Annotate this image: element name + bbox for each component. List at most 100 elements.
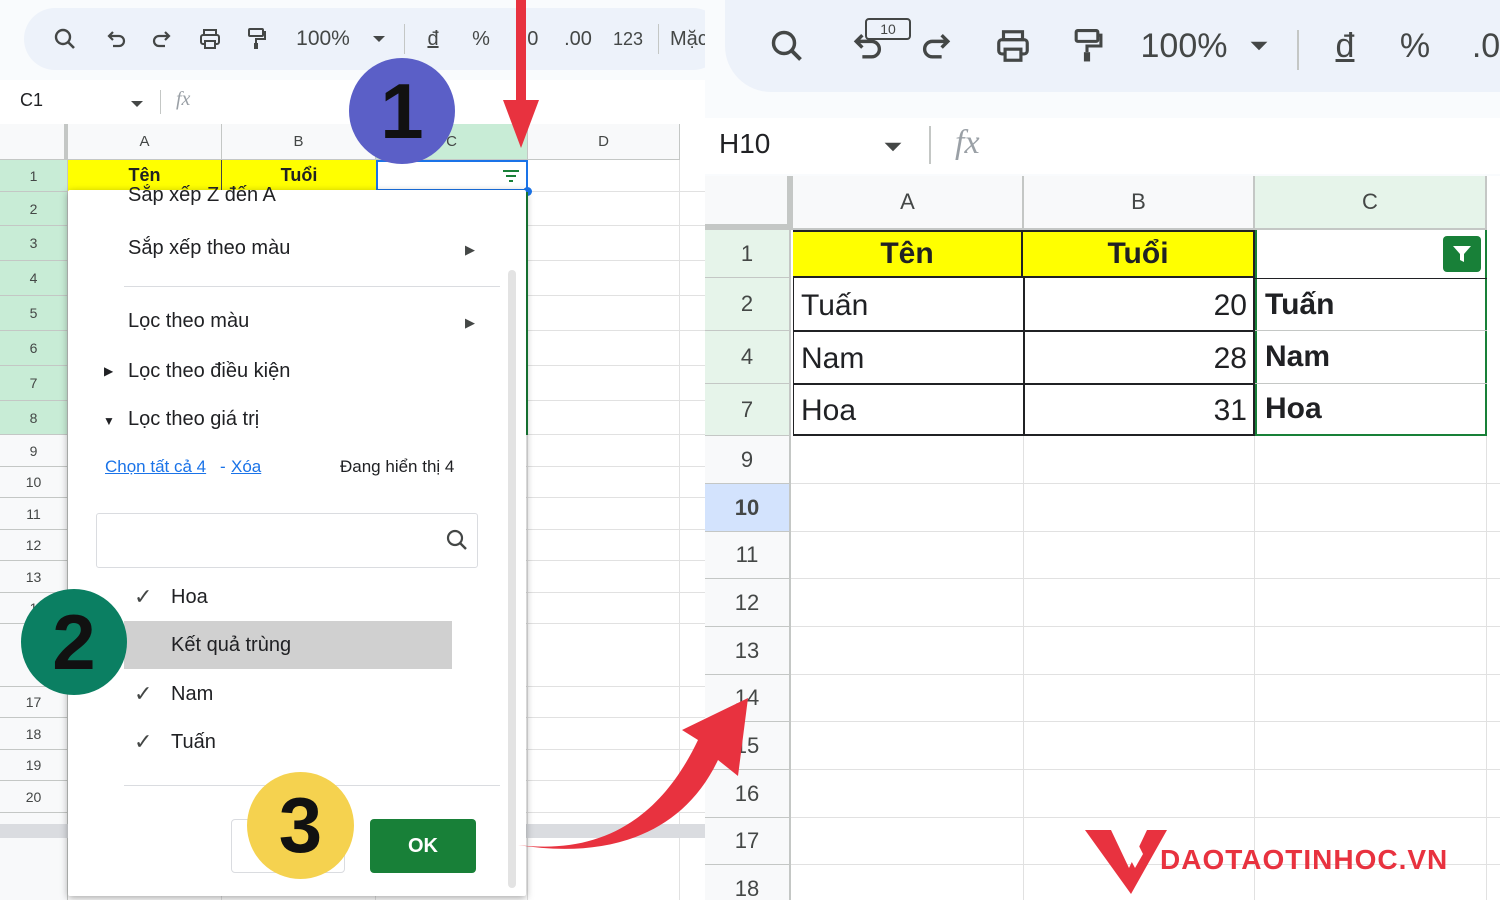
cell-c2[interactable]: Tuấn: [1265, 280, 1485, 330]
column-header-a[interactable]: A: [793, 176, 1024, 230]
row-header[interactable]: 5: [0, 296, 68, 331]
menu-item-sort-by-color[interactable]: Sắp xếp theo màu: [128, 237, 290, 260]
search-icon[interactable]: [755, 10, 819, 82]
filter-icon[interactable]: [502, 169, 520, 188]
row-header[interactable]: 4: [705, 331, 791, 384]
value-item-nam[interactable]: Nam: [171, 683, 213, 706]
cell-b2[interactable]: 20: [1025, 280, 1247, 331]
search-icon[interactable]: [445, 528, 469, 557]
ok-button[interactable]: OK: [370, 819, 476, 873]
toolbar-divider: [658, 24, 659, 54]
row-header[interactable]: 9: [705, 436, 791, 484]
cell-c4[interactable]: Nam: [1265, 332, 1485, 382]
zoom-value[interactable]: 100%: [288, 8, 358, 70]
row-header[interactable]: 18: [705, 865, 791, 900]
row-header[interactable]: 6: [0, 331, 68, 366]
row-header[interactable]: 7: [0, 366, 68, 401]
check-icon[interactable]: ✓: [134, 729, 152, 755]
print-icon[interactable]: [981, 10, 1045, 82]
name-box[interactable]: C1: [20, 90, 43, 111]
value-item-ket-qua-trung[interactable]: Kết quả trùng: [171, 634, 291, 657]
row-header[interactable]: 9: [0, 435, 68, 467]
clear-link[interactable]: Xóa: [231, 457, 261, 477]
row-header[interactable]: 12: [0, 530, 68, 561]
currency-button[interactable]: đ: [1325, 10, 1365, 82]
row-header[interactable]: 2: [705, 278, 791, 331]
print-icon[interactable]: [188, 8, 232, 70]
zoom-value[interactable]: 100%: [1129, 10, 1239, 82]
filter-active-icon[interactable]: [1443, 236, 1481, 272]
row-header[interactable]: 11: [0, 498, 68, 530]
row-header[interactable]: 19: [0, 750, 68, 781]
select-all-corner[interactable]: [705, 176, 793, 230]
column-header-a[interactable]: A: [68, 124, 222, 160]
chevron-down-icon[interactable]: [883, 140, 903, 159]
paint-format-icon[interactable]: [234, 8, 278, 70]
increase-decimal-button[interactable]: .00: [556, 8, 600, 70]
menu-item-filter-by-color[interactable]: Lọc theo màu: [128, 310, 249, 333]
column-header-c[interactable]: C: [1255, 176, 1487, 230]
undo-icon[interactable]: [94, 8, 138, 70]
cell-a1[interactable]: Tên: [793, 232, 1023, 278]
decrease-decimal-button[interactable]: .0: [1461, 10, 1500, 82]
percent-button[interactable]: %: [1393, 10, 1437, 82]
toolbar-divider: [404, 24, 405, 54]
row-header[interactable]: 13: [0, 561, 68, 593]
fx-icon: fx: [955, 124, 980, 161]
expand-right-icon[interactable]: ▶: [104, 364, 113, 378]
cell-b4[interactable]: 28: [1025, 333, 1247, 384]
percent-button[interactable]: %: [466, 8, 496, 70]
expand-down-icon[interactable]: ▼: [103, 414, 115, 428]
column-header-d[interactable]: D: [528, 124, 680, 160]
search-icon[interactable]: [40, 8, 90, 70]
cell-b7[interactable]: 31: [1025, 386, 1247, 436]
menu-item-sort-za[interactable]: Sắp xếp Z đến A: [128, 184, 276, 206]
redo-icon[interactable]: [140, 8, 184, 70]
cell-c7[interactable]: Hoa: [1265, 384, 1485, 434]
cell-a7[interactable]: Hoa: [801, 386, 1021, 436]
row-header[interactable]: 1: [0, 160, 68, 192]
row-header[interactable]: 13: [705, 627, 791, 675]
row-header[interactable]: 4: [0, 261, 68, 296]
step-badge-2: 2: [21, 589, 127, 695]
value-item-hoa[interactable]: Hoa: [171, 586, 208, 609]
row-header[interactable]: 3: [0, 226, 68, 261]
row-header[interactable]: 18: [0, 718, 68, 750]
redo-icon[interactable]: [905, 10, 969, 82]
column-header-b[interactable]: B: [1024, 176, 1255, 230]
chevron-down-icon[interactable]: [130, 96, 144, 114]
value-search-input[interactable]: [105, 524, 425, 556]
cell-c1-selected[interactable]: [376, 160, 528, 191]
cell-b1[interactable]: Tuổi: [1023, 232, 1253, 278]
name-box[interactable]: H10: [719, 128, 770, 160]
row-header[interactable]: 1: [705, 230, 791, 278]
row-header[interactable]: 12: [705, 579, 791, 627]
paint-format-icon[interactable]: [1055, 10, 1119, 82]
row-header[interactable]: 11: [705, 532, 791, 579]
check-icon[interactable]: ✓: [134, 584, 152, 610]
row-header[interactable]: 7: [705, 384, 791, 436]
menu-item-filter-by-condition[interactable]: Lọc theo điều kiện: [128, 360, 290, 383]
row-header[interactable]: 10: [0, 467, 68, 498]
logo-text: DAOTAOTINHOC.VN: [1160, 844, 1449, 875]
row-header[interactable]: 2: [0, 192, 68, 226]
check-icon[interactable]: ✓: [134, 681, 152, 707]
value-item-tuan[interactable]: Tuấn: [171, 731, 216, 754]
menu-item-filter-by-values[interactable]: Lọc theo giá trị: [128, 408, 259, 431]
cell-a2[interactable]: Tuấn: [801, 280, 1021, 331]
step-badge-1: 1: [349, 58, 455, 164]
select-all-link[interactable]: Chọn tất cả 4: [105, 457, 206, 477]
value-search-box[interactable]: [96, 513, 478, 568]
table-col-border: [1023, 278, 1025, 436]
fx-icon: fx: [176, 88, 191, 110]
number-format-button[interactable]: 123: [606, 8, 650, 70]
row-header[interactable]: 8: [0, 401, 68, 435]
row-header[interactable]: 20: [0, 781, 68, 813]
chevron-down-icon[interactable]: [1237, 10, 1281, 82]
select-all-corner[interactable]: [0, 124, 68, 160]
font-size-box[interactable]: 10: [865, 18, 911, 40]
cell-a4[interactable]: Nam: [801, 333, 1021, 384]
row-header-selected[interactable]: 10: [705, 484, 791, 532]
currency-button[interactable]: đ: [418, 8, 448, 70]
font-select[interactable]: Mặc đị: [670, 8, 705, 70]
